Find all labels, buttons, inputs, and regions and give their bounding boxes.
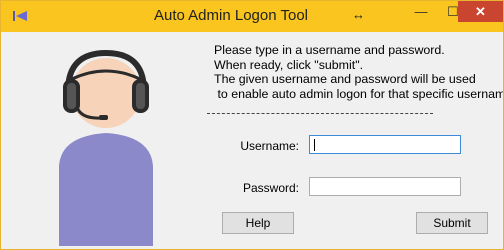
password-input[interactable] [310,178,460,196]
divider-line [207,113,433,114]
instructions-text: Please type in a username and password. … [214,43,503,101]
close-button[interactable]: ✕ [458,1,503,22]
text-caret [314,139,315,151]
title-bar[interactable]: Auto Admin Logon Tool ↔ — ☐ ✕ [1,1,503,32]
username-input[interactable] [310,136,460,154]
minimize-button[interactable]: — [406,1,436,23]
username-field[interactable] [309,135,461,154]
password-field[interactable] [309,177,461,196]
auto-admin-logon-window: Auto Admin Logon Tool ↔ — ☐ ✕ Please typ… [0,0,504,250]
submit-button[interactable]: Submit [416,212,488,234]
password-label: Password: [242,181,299,195]
instruction-line: Please type in a username and password. [214,43,445,57]
support-agent-headset-icon [59,49,153,246]
resize-icon: ↔ [352,7,365,22]
help-button[interactable]: Help [222,212,294,234]
instruction-line: When ready, click "submit". [214,57,364,72]
username-label: Username: [240,139,299,153]
instruction-line: The given username and password will be … [214,72,476,87]
window-title: Auto Admin Logon Tool [153,7,308,24]
instruction-line: to enable auto admin logon for that spec… [214,86,503,101]
